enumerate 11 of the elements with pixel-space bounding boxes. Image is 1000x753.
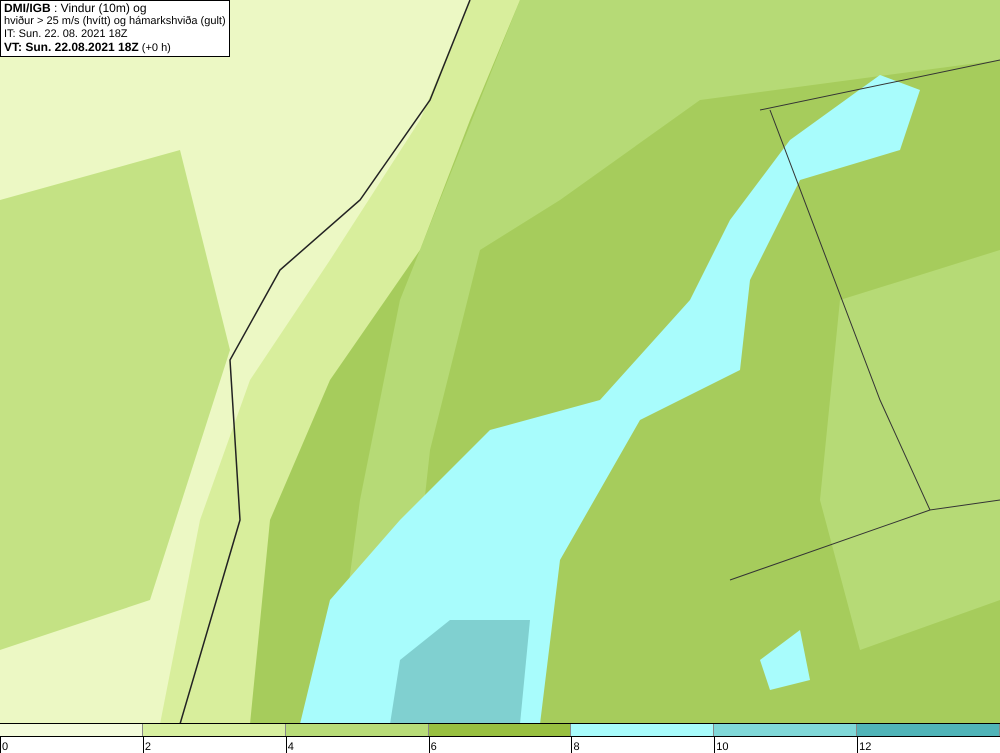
legend-label: 8 — [573, 741, 580, 753]
title-line: IT: Sun. 22. 08. 2021 18Z — [4, 28, 129, 41]
legend-label: 10 — [716, 741, 729, 753]
title-line: hviður > 25 m/s (hvítt) og hámarkshviða (gult) — [4, 15, 226, 28]
legend-label: 0 — [2, 741, 8, 753]
legend-label: 4 — [288, 741, 294, 753]
legend-label: 2 — [144, 741, 151, 753]
title-line: DMI/IGB : Vindur (10m) og — [4, 2, 148, 15]
legend-label: 6 — [430, 741, 437, 753]
legend-label: 12 — [859, 741, 872, 753]
title-line: VT: Sun. 22.08.2021 18Z (+0 h) — [4, 41, 172, 55]
